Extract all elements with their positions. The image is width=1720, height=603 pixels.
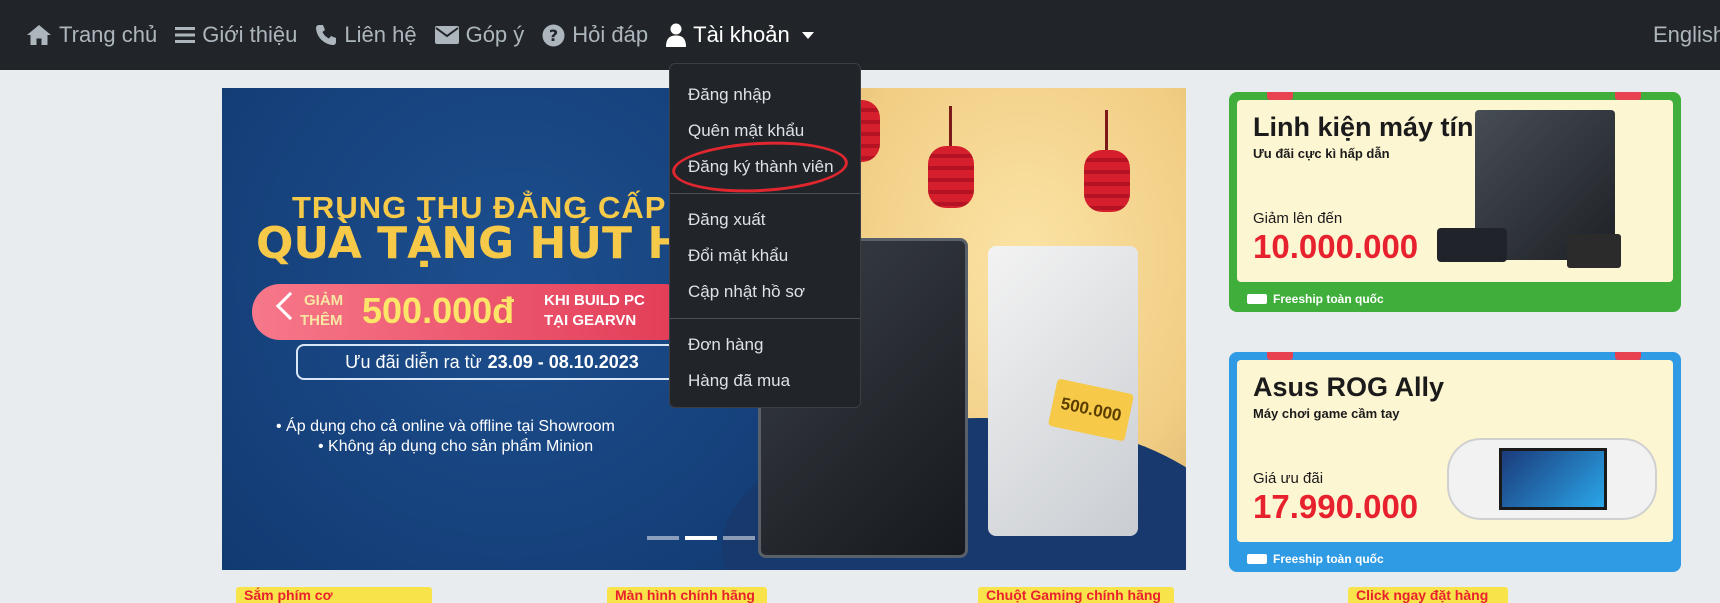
promo-gearvn: TẠI GEARVN <box>544 312 637 329</box>
card-tab <box>1615 352 1641 360</box>
account-dropdown-menu: Đăng nhập Quên mật khẩu Đăng ký thành vi… <box>669 63 861 408</box>
banner-bullet: • Không áp dụng cho sản phẩm Minion <box>318 438 594 455</box>
banner-bullet: • Áp dụng cho cả online và offline tại S… <box>276 418 615 435</box>
gpu-image <box>1437 228 1507 262</box>
nav-feedback[interactable]: Góp ý <box>434 22 525 48</box>
promo-date: Ưu đãi diễn ra từ 23.09 - 08.10.2023 <box>296 344 688 380</box>
card-content: Linh kiện máy tính Ưu đãi cực kì hấp dẫn… <box>1237 100 1673 282</box>
nav-contact-label: Liên hệ <box>344 22 417 47</box>
card-tab <box>1615 92 1641 100</box>
nav-home[interactable]: Trang chủ <box>26 22 157 48</box>
menu-divider <box>670 318 860 319</box>
card-subtitle: Máy chơi game cầm tay <box>1253 406 1400 421</box>
top-navbar: Trang chủ Giới thiệu Liên hệ Góp ý ? Hỏi… <box>0 0 1720 70</box>
carousel-indicators[interactable] <box>647 536 755 540</box>
indicator-2[interactable] <box>685 536 717 540</box>
card-shipping-label: Freeship toàn quốc <box>1273 552 1384 566</box>
phone-icon <box>316 25 337 45</box>
date-label: Ưu đãi diễn ra từ <box>345 351 482 372</box>
nav-feedback-label: Góp ý <box>465 22 525 47</box>
user-icon <box>666 23 687 47</box>
card-price: 10.000.000 <box>1253 228 1419 265</box>
menu-item-login[interactable]: Đăng nhập <box>670 77 860 113</box>
card-shipping-label: Freeship toàn quốc <box>1273 292 1384 306</box>
console-image <box>1447 438 1657 520</box>
menu-item-update-profile[interactable]: Cập nhật hồ sơ <box>670 274 860 310</box>
caret-down-icon <box>801 31 814 39</box>
category-link[interactable]: Màn hình chính hãng <box>607 587 767 603</box>
promo-card-components[interactable]: Linh kiện máy tính Ưu đãi cực kì hấp dẫn… <box>1229 92 1681 312</box>
nav-about[interactable]: Giới thiệu <box>175 22 297 48</box>
truck-icon <box>1247 554 1267 564</box>
indicator-3[interactable] <box>723 536 755 540</box>
promo-build: KHI BUILD PC <box>544 292 645 309</box>
category-link[interactable]: Click ngay đặt hàng <box>1348 587 1508 603</box>
promo-pill: GIẢM THÊM 500.000đ KHI BUILD PC TẠI GEAR… <box>252 284 692 340</box>
language-switch[interactable]: English <box>1653 22 1720 48</box>
nav-faq[interactable]: ? Hỏi đáp <box>542 22 648 48</box>
console-screen <box>1499 448 1607 510</box>
date-range: 23.09 - 08.10.2023 <box>487 351 639 372</box>
card-tab <box>1267 352 1293 360</box>
promo-amount: 500.000đ <box>362 290 515 331</box>
nav-about-label: Giới thiệu <box>202 22 298 47</box>
card-content: Asus ROG Ally Máy chơi game cầm tay Giá … <box>1237 360 1673 542</box>
card-title: Linh kiện máy tính <box>1253 112 1491 142</box>
envelope-icon <box>434 26 459 44</box>
promo-them: THÊM <box>300 312 343 329</box>
svg-text:?: ? <box>549 26 558 45</box>
card-price: 17.990.000 <box>1253 488 1419 525</box>
card-title: Asus ROG Ally <box>1253 372 1445 402</box>
banner-headline-2: QUÀ TẶNG HÚT HỒ <box>256 218 722 269</box>
indicator-1[interactable] <box>647 536 679 540</box>
category-link[interactable]: Sắm phím cơ <box>236 587 432 603</box>
card-shipping: Freeship toàn quốc <box>1247 552 1384 566</box>
menu-divider <box>670 193 860 194</box>
ssd-image <box>1567 234 1621 268</box>
card-price-label: Giá ưu đãi <box>1253 470 1324 487</box>
nav-account-label: Tài khoản <box>693 22 790 47</box>
lantern-graphic <box>1084 110 1130 212</box>
card-price-label: Giảm lên đến <box>1253 210 1343 227</box>
menu-item-orders[interactable]: Đơn hàng <box>670 327 860 363</box>
list-icon <box>175 27 196 43</box>
nav-contact[interactable]: Liên hệ <box>315 22 417 48</box>
nav-account-toggle[interactable]: Tài khoản <box>666 22 814 48</box>
promo-card-rog-ally[interactable]: Asus ROG Ally Máy chơi game cầm tay Giá … <box>1229 352 1681 572</box>
card-subtitle: Ưu đãi cực kì hấp dẫn <box>1253 146 1390 161</box>
home-icon <box>27 25 51 45</box>
category-link[interactable]: Chuột Gaming chính hãng <box>978 587 1174 603</box>
nav-home-label: Trang chủ <box>59 22 158 47</box>
nav-faq-label: Hỏi đáp <box>572 22 649 47</box>
question-circle-icon: ? <box>542 24 565 46</box>
truck-icon <box>1247 294 1267 304</box>
lantern-graphic <box>928 106 974 208</box>
menu-item-change-password[interactable]: Đổi mật khẩu <box>670 238 860 274</box>
card-shipping: Freeship toàn quốc <box>1247 292 1384 306</box>
promo-giam: GIẢM <box>304 292 344 309</box>
menu-item-logout[interactable]: Đăng xuất <box>670 202 860 238</box>
card-tab <box>1267 92 1293 100</box>
menu-item-purchased[interactable]: Hàng đã mua <box>670 363 860 399</box>
